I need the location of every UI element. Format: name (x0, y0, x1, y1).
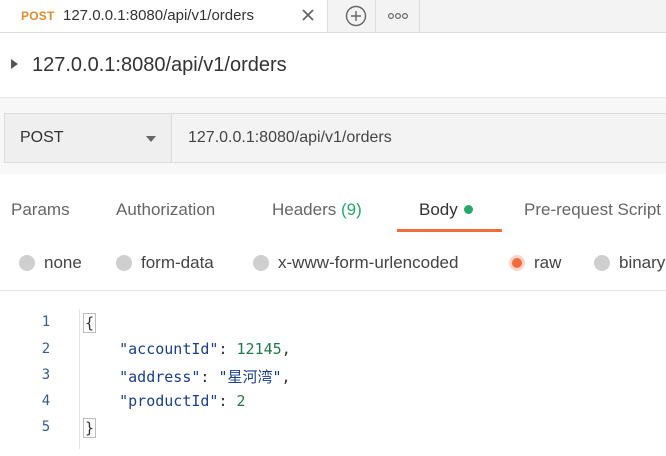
tab-bar: POST 127.0.0.1:8080/api/v1/orders (0, 0, 666, 33)
radio-circle (594, 255, 610, 271)
radio-label-binary: binary (619, 253, 666, 272)
url-bar: POST 127.0.0.1:8080/api/v1/orders (0, 98, 666, 174)
tab-body[interactable]: Body (419, 200, 473, 220)
json-separator: , (281, 340, 291, 358)
radio-circle-selected (509, 255, 525, 271)
code-line: 2 "accountId": 12145, (0, 336, 666, 362)
code-line: 5 } (0, 414, 666, 440)
ellipsis-icon[interactable] (376, 0, 420, 32)
radio-circle (116, 255, 132, 271)
open-brace: { (83, 313, 97, 333)
request-name[interactable]: 127.0.0.1:8080/api/v1/orders (32, 54, 287, 77)
url-text: 127.0.0.1:8080/api/v1/orders (188, 129, 392, 146)
request-header: 127.0.0.1:8080/api/v1/orders (0, 33, 666, 98)
tab-params[interactable]: Params (11, 200, 70, 220)
active-tab-underline (397, 229, 502, 232)
line-number: 2 (41, 341, 51, 357)
close-icon[interactable] (298, 5, 318, 25)
json-key: "productId" (119, 392, 219, 410)
tab-title: 127.0.0.1:8080/api/v1/orders (63, 7, 254, 24)
plus-circle-icon[interactable] (336, 0, 376, 32)
url-input[interactable]: 127.0.0.1:8080/api/v1/orders (172, 113, 666, 163)
caret-right-icon[interactable] (11, 59, 18, 69)
line-number: 3 (41, 367, 51, 383)
method-select[interactable]: POST (4, 113, 172, 163)
method-label: POST (20, 129, 64, 146)
json-key: "accountId" (119, 340, 219, 358)
body-editor[interactable]: 1 { 2 "accountId": 12145, 3 "address": "… (0, 307, 666, 456)
radio-label-none: none (44, 253, 82, 272)
request-tab[interactable]: POST 127.0.0.1:8080/api/v1/orders (0, 0, 328, 32)
close-brace: } (83, 418, 97, 438)
json-value: 2 (236, 392, 246, 410)
radio-label-raw: raw (534, 253, 562, 272)
tab-body-label: Body (419, 200, 458, 219)
headers-count: (9) (341, 200, 362, 219)
tab-method-badge: POST (21, 9, 55, 23)
radio-circle (253, 255, 269, 271)
line-number: 5 (41, 419, 51, 435)
radio-circle (19, 255, 35, 271)
body-type-options: none form-data x-www-form-urlencoded raw… (0, 236, 666, 291)
code-line: 3 "address": "星河湾", (0, 362, 666, 388)
radio-label-form-data: form-data (141, 253, 214, 272)
json-value: 12145 (236, 340, 282, 358)
body-indicator-dot (463, 205, 473, 214)
code-line: 4 "productId": 2 (0, 388, 666, 414)
line-number: 1 (41, 314, 51, 330)
json-key: "address" (119, 368, 201, 386)
line-number: 4 (41, 393, 51, 409)
code-line: 1 { (0, 309, 666, 335)
tab-prerequest-script[interactable]: Pre-request Script (524, 200, 661, 220)
request-tabs: Params Authorization Headers (9) Body Pr… (0, 175, 666, 235)
tab-authorization[interactable]: Authorization (116, 200, 215, 220)
tab-headers-label: Headers (272, 200, 337, 219)
chevron-down-icon (146, 136, 156, 142)
radio-label-urlencoded: x-www-form-urlencoded (278, 253, 459, 272)
json-value: "星河湾" (218, 368, 282, 386)
tab-headers[interactable]: Headers (9) (272, 200, 362, 220)
json-separator: , (281, 368, 291, 386)
